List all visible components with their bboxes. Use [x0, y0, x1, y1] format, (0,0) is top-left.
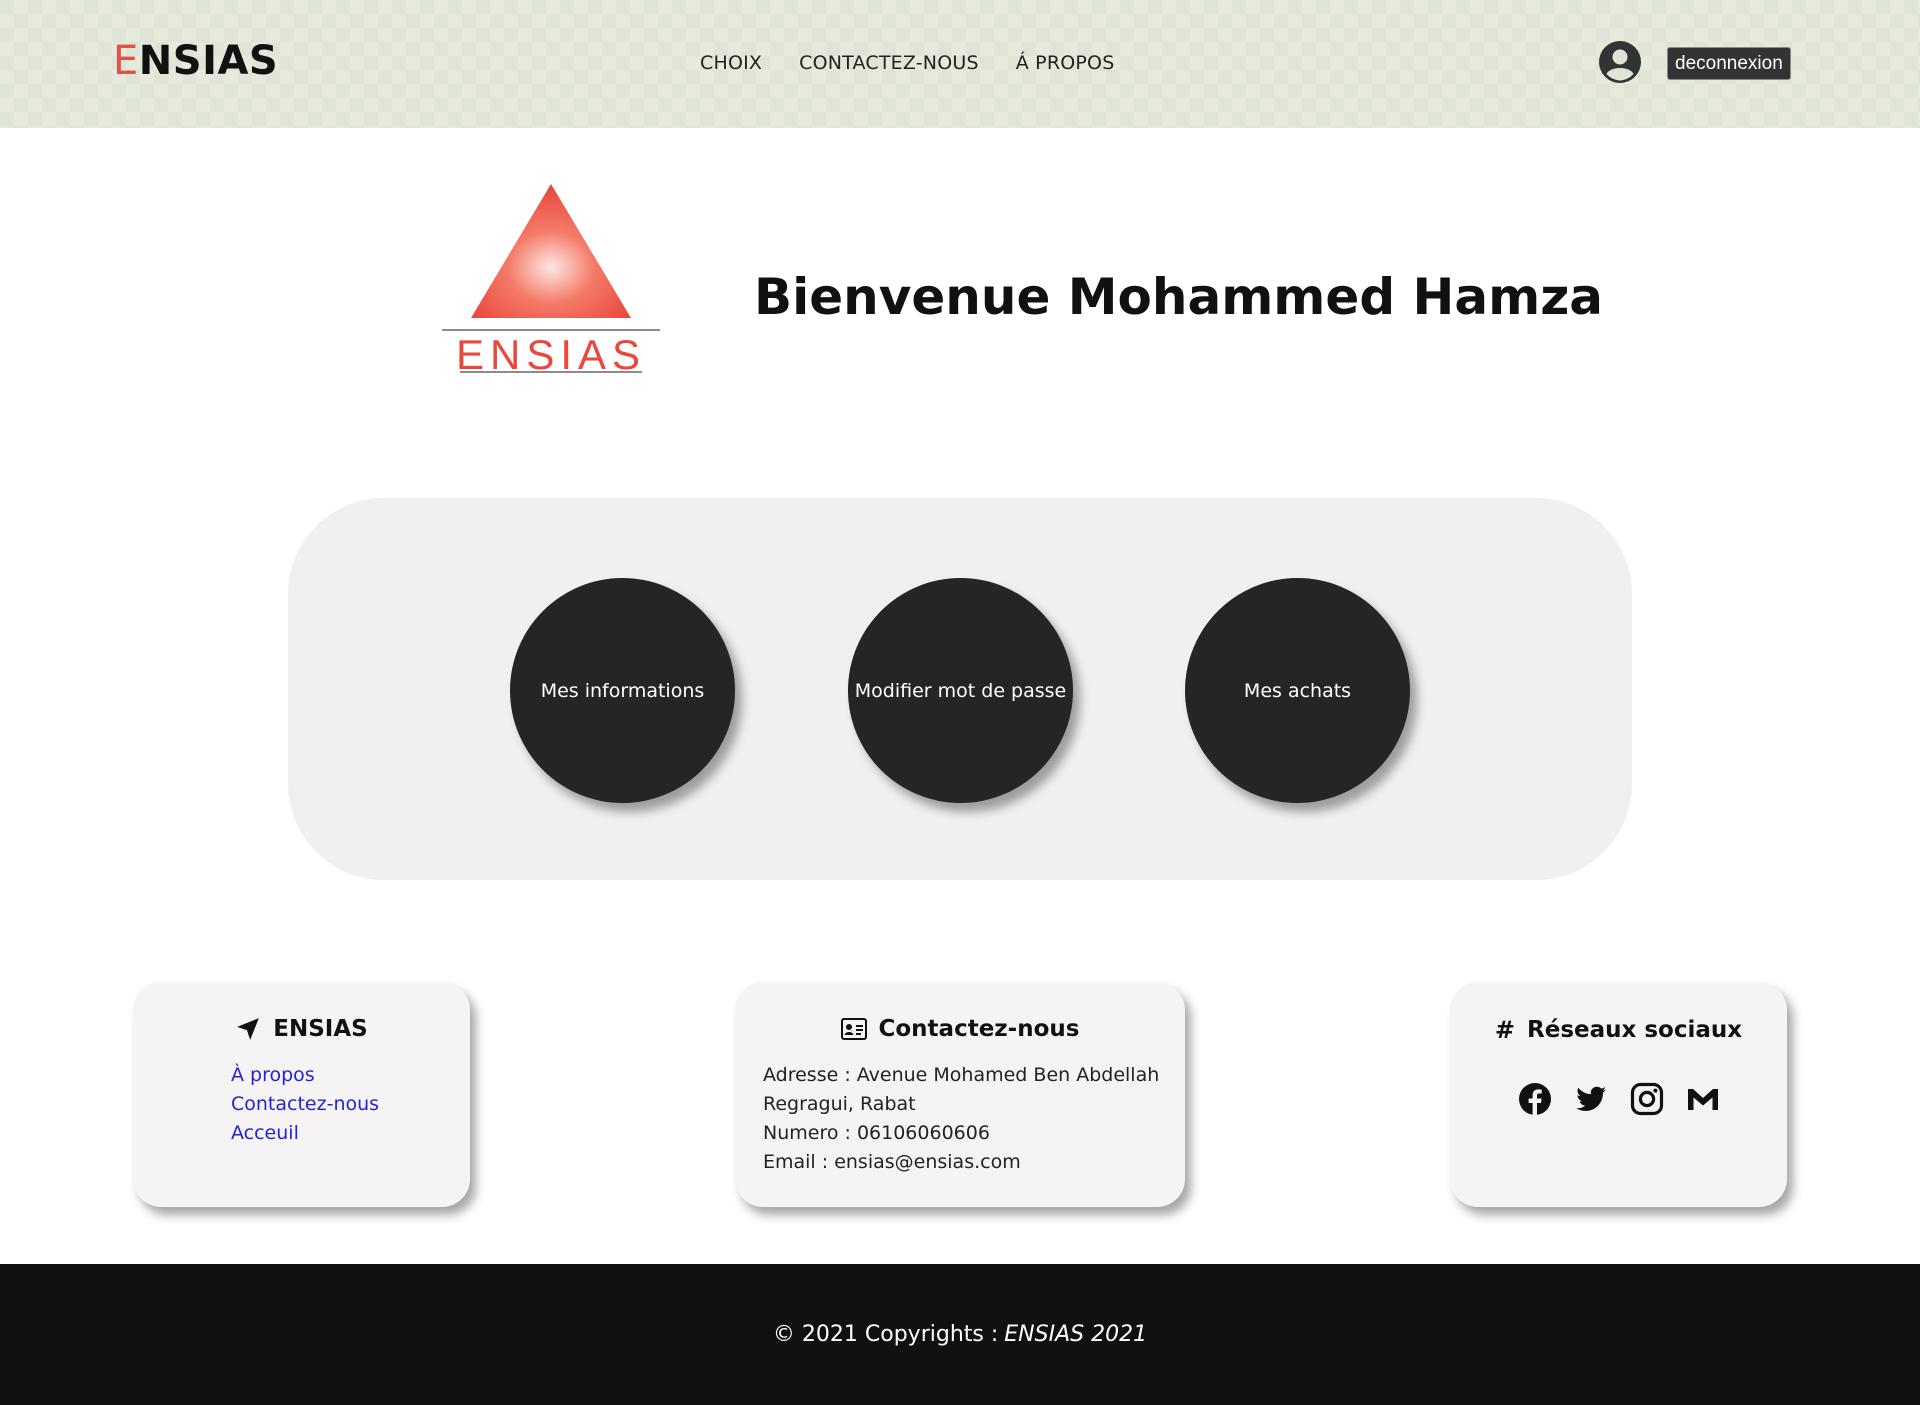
nav-link-contactez-nous[interactable]: CONTACTEZ-NOUS — [799, 52, 979, 74]
social-icons — [1450, 1082, 1787, 1116]
my-info-button[interactable]: Mes informations — [510, 578, 735, 803]
contact-card-title-text: Contactez-nous — [878, 1016, 1080, 1042]
actions-panel: Mes informations Modifier mot de passe M… — [288, 498, 1632, 880]
nav-link-a-propos[interactable]: Á PROPOS — [1016, 52, 1115, 74]
contact-address-city: Regragui, Rabat — [763, 1093, 916, 1115]
contact-address-line: Adresse : Avenue Mohamed Ben Abdellah — [763, 1064, 1160, 1086]
contact-card-icon — [840, 1018, 867, 1040]
contact-email: Email : ensias@ensias.com — [763, 1151, 1021, 1173]
footer-link-contactez-nous[interactable]: Contactez-nous — [231, 1093, 379, 1115]
ensias-card-title: ENSIAS — [133, 1016, 470, 1042]
twitter-icon[interactable] — [1574, 1082, 1608, 1116]
footer-link-a-propos[interactable]: À propos — [231, 1064, 379, 1086]
social-card: # Réseaux sociaux — [1450, 982, 1787, 1207]
ensias-card: ENSIAS À propos Contactez-nous Acceuil — [133, 982, 470, 1207]
logout-button[interactable]: deconnexion — [1667, 47, 1791, 80]
main-nav: CHOIX CONTACTEZ-NOUS Á PROPOS — [700, 52, 1114, 74]
location-arrow-icon — [237, 1018, 260, 1040]
page-title: Bienvenue Mohammed Hamza — [754, 268, 1604, 326]
nav-link-choix[interactable]: CHOIX — [700, 52, 762, 74]
brand-logo[interactable]: ENSIAS — [113, 38, 278, 84]
ensias-logo: ENSIAS — [440, 182, 662, 378]
contact-details: Adresse : Avenue Mohamed Ben Abdellah Re… — [763, 1064, 1159, 1173]
contact-card-title: Contactez-nous — [735, 1016, 1185, 1042]
my-purchases-button[interactable]: Mes achats — [1185, 578, 1410, 803]
brand-rest: NSIAS — [138, 38, 279, 84]
contact-phone: Numero : 06106060606 — [763, 1122, 990, 1144]
ensias-card-title-text: ENSIAS — [273, 1016, 368, 1042]
footer-link-acceuil[interactable]: Acceuil — [231, 1122, 379, 1144]
gmail-icon[interactable] — [1686, 1082, 1720, 1116]
svg-text:ENSIAS: ENSIAS — [456, 331, 646, 378]
top-navbar: ENSIAS CHOIX CONTACTEZ-NOUS Á PROPOS dec… — [0, 0, 1920, 128]
instagram-icon[interactable] — [1630, 1082, 1664, 1116]
copyright-text: © 2021 Copyrights : — [772, 1322, 999, 1347]
ensias-card-links: À propos Contactez-nous Acceuil — [231, 1064, 379, 1144]
facebook-icon[interactable] — [1518, 1082, 1552, 1116]
copyright-bar: © 2021 Copyrights : ENSIAS 2021 — [0, 1264, 1920, 1405]
change-password-button[interactable]: Modifier mot de passe — [848, 578, 1073, 803]
brand-initial: E — [113, 38, 139, 84]
contact-card: Contactez-nous Adresse : Avenue Mohamed … — [735, 982, 1185, 1207]
copyright-brand: ENSIAS 2021 — [1004, 1322, 1148, 1347]
social-card-title: # Réseaux sociaux — [1450, 1016, 1787, 1044]
hashtag-icon: # — [1494, 1016, 1516, 1044]
social-card-title-text: Réseaux sociaux — [1527, 1017, 1743, 1043]
user-avatar-icon[interactable] — [1598, 40, 1642, 84]
